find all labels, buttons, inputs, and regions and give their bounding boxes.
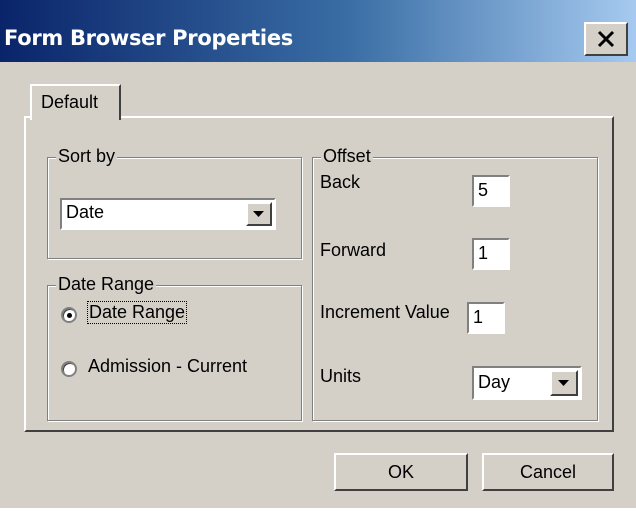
admission-current-option-label[interactable]: Admission - Current <box>88 356 247 377</box>
date-range-legend: Date Range <box>56 274 157 295</box>
close-button[interactable] <box>584 22 628 56</box>
ok-button[interactable]: OK <box>334 453 468 491</box>
units-value: Day <box>478 372 511 392</box>
increment-value-input[interactable]: 1 <box>467 302 505 334</box>
window-title: Form Browser Properties <box>4 26 293 50</box>
back-label: Back <box>320 172 361 192</box>
back-input[interactable]: 5 <box>472 175 510 207</box>
units-select[interactable]: Day <box>472 366 582 400</box>
increment-value: 1 <box>473 307 484 327</box>
sort-by-dropdown-button[interactable] <box>246 202 272 226</box>
sort-by-value: Date <box>66 202 105 222</box>
increment-value-label: Increment Value <box>320 302 450 322</box>
units-dropdown-button[interactable] <box>550 370 578 396</box>
cancel-button[interactable]: Cancel <box>482 453 614 491</box>
back-value: 5 <box>478 180 489 200</box>
forward-value: 1 <box>478 243 489 263</box>
units-label: Units <box>320 366 362 386</box>
title-bar[interactable]: Form Browser Properties <box>0 0 636 62</box>
chevron-down-icon <box>558 380 569 386</box>
properties-dialog: Form Browser Properties Default Sort by … <box>0 0 636 508</box>
forward-label: Forward <box>320 240 387 260</box>
tab-default[interactable]: Default <box>30 84 121 120</box>
date-range-option-label[interactable]: Date Range <box>86 301 188 324</box>
sort-by-select[interactable]: Date <box>60 198 276 230</box>
sort-by-legend: Sort by <box>56 146 118 167</box>
tab-default-label: Default <box>41 92 99 112</box>
chevron-down-icon <box>253 211 264 217</box>
close-icon <box>597 30 615 48</box>
radio-selected-dot <box>67 313 72 318</box>
admission-current-radio[interactable] <box>61 361 77 377</box>
forward-input[interactable]: 1 <box>472 238 510 270</box>
date-range-radio[interactable] <box>61 307 77 323</box>
offset-legend: Offset <box>321 146 373 167</box>
